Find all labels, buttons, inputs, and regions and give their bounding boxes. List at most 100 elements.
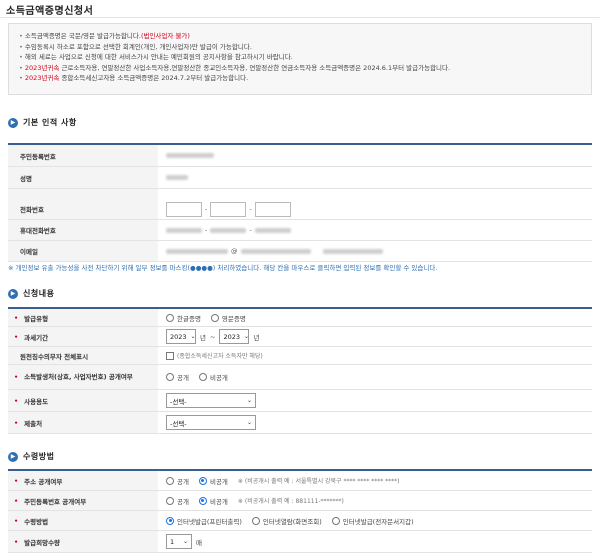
- section-title: 수령방법: [23, 452, 55, 461]
- phone-label: 전화번호: [8, 199, 158, 219]
- email-label: 이메일: [8, 241, 158, 261]
- notice-item: 2023년귀속 근로소득자용, 연말정산한 사업소득자용,연말정산한 종교인소득…: [19, 63, 581, 74]
- radio-icon[interactable]: [210, 313, 219, 322]
- section-request: ▶ 신청내용: [8, 288, 54, 299]
- masked-mobile-3[interactable]: [254, 227, 291, 233]
- count-select[interactable]: 1 ⌄: [166, 534, 192, 549]
- rrn-value: [158, 145, 592, 166]
- masked-email-domain[interactable]: [240, 248, 311, 254]
- masked-email-id[interactable]: [166, 248, 228, 254]
- masked-email-select[interactable]: [322, 248, 383, 254]
- radio-icon[interactable]: [166, 476, 174, 485]
- radio-selected-icon[interactable]: [166, 516, 174, 525]
- dash: -: [249, 226, 252, 234]
- notice-highlight: (법인사업자 불가): [140, 32, 190, 40]
- issue-type-label: 발급유형: [8, 309, 158, 326]
- radio-icon[interactable]: [331, 516, 340, 525]
- section-icon: ▶: [8, 451, 18, 462]
- radio-icon[interactable]: [166, 373, 174, 381]
- workplace-private[interactable]: 비공개: [198, 372, 228, 382]
- method-view[interactable]: 인터넷열람(화면조회): [251, 516, 322, 526]
- request-table: 발급유형 한글증명 영문증명 과세기간 2023⌄ 년 ~ 2023⌄ 년 원천…: [8, 307, 592, 434]
- section-title: 기본 인적 사항: [23, 118, 77, 127]
- masked-name: [166, 175, 188, 180]
- withholding-label: 원천징수의무자 전체표시: [8, 347, 158, 364]
- method-print[interactable]: 인터넷발급(프린터출력): [166, 516, 242, 526]
- select-value: 2023: [223, 332, 240, 341]
- chevron-down-icon: ⌄: [190, 333, 196, 340]
- address-public-label: 주소 공개여부: [8, 471, 158, 490]
- select-value: 2023: [170, 332, 187, 341]
- option-label: 인터넷발급(전자문서지갑): [342, 517, 414, 526]
- dash: -: [249, 205, 252, 213]
- radio-selected-icon[interactable]: [198, 496, 207, 505]
- row-receive-method: 수령방법 인터넷발급(프린터출력) 인터넷열람(화면조회) 인터넷발급(전자문서…: [8, 511, 592, 531]
- option-label: 공개: [177, 374, 189, 382]
- withholding-hint: (종합소득세신고자 소득자만 해당): [177, 353, 263, 360]
- phone-part3-input[interactable]: [254, 201, 291, 217]
- masked-mobile-1[interactable]: [166, 227, 202, 233]
- issue-type-english[interactable]: 영문증명: [210, 313, 246, 323]
- workplace-public[interactable]: 공개: [166, 372, 189, 382]
- notice-item: 2023년귀속 종합소득세신고자용 소득금액증명은 2024.7.2부터 발급가…: [19, 73, 581, 84]
- address-private[interactable]: 비공개: [198, 476, 228, 486]
- name-value: [158, 167, 592, 188]
- radio-icon[interactable]: [251, 516, 260, 525]
- issue-type-korean[interactable]: 한글증명: [166, 313, 201, 323]
- period-to-select[interactable]: 2023 ⌄: [219, 329, 250, 344]
- name-label: 성명: [8, 167, 158, 188]
- notice-list: 소득금액증명은 국문/영문 발급가능합니다.(법인사업자 불가)수임동록시 하소…: [19, 31, 581, 84]
- row-withholding: 원천징수의무자 전체표시 (종합소득세신고자 소득자만 해당): [8, 347, 592, 365]
- rrn-private[interactable]: 비공개: [198, 496, 228, 506]
- notice-text: 종합소득세신고자용 소득금액증명은 2024.7.2부터 발급가능합니다.: [59, 74, 249, 82]
- row-phone: 전화번호 - -: [8, 199, 592, 220]
- spacer-label: [8, 189, 158, 199]
- section-basic: ▶ 기본 인적 사항: [8, 117, 77, 128]
- withholding-option: (종합소득세신고자 소득자만 해당): [158, 347, 592, 364]
- section-icon: ▶: [8, 288, 18, 299]
- address-public[interactable]: 공개: [166, 476, 189, 486]
- chevron-down-icon: ⌄: [243, 333, 250, 340]
- phone-part2-input[interactable]: [210, 201, 247, 217]
- row-issue-type: 발급유형 한글증명 영문증명: [8, 309, 592, 327]
- count-cell: 1 ⌄ 매: [158, 531, 592, 552]
- chevron-down-icon: ⌄: [246, 419, 252, 426]
- rrn-public[interactable]: 공개: [166, 496, 189, 506]
- chevron-down-icon: ⌄: [246, 397, 252, 404]
- radio-icon[interactable]: [198, 373, 207, 381]
- option-label: 비공개: [209, 374, 228, 382]
- option-label: 비공개: [209, 497, 228, 506]
- masking-note: ※ 개인정보 유출 가능성을 사전 차단하기 위해 일부 정보를 마스킹(●●●…: [8, 264, 438, 272]
- notice-item: 해외 세료는 사업으로 신청에 대한 서비스가시 안내는 예민회원의 공지사항을…: [19, 52, 581, 63]
- select-value: -선택-: [170, 419, 187, 428]
- purpose-select[interactable]: -선택- ⌄: [166, 393, 256, 408]
- select-value: 1: [170, 537, 175, 546]
- range-tilde: ~: [209, 332, 216, 341]
- receive-method-label: 수령방법: [8, 511, 158, 530]
- row-name: 성명: [8, 167, 592, 189]
- count-unit: 매: [196, 538, 202, 547]
- option-label: 한글증명: [177, 314, 201, 323]
- row-count: 발급희망수량 1⌄ 매: [8, 531, 592, 553]
- receive-method-options: 인터넷발급(프린터출력) 인터넷열람(화면조회) 인터넷발급(전자문서지갑): [158, 511, 592, 530]
- mobile-inputs: - -: [158, 220, 592, 240]
- rrn-label: 주민등록번호: [8, 145, 158, 166]
- submit-to-select[interactable]: -선택- ⌄: [166, 415, 256, 430]
- row-submit-to: 제출처 -선택- ⌄: [8, 412, 592, 434]
- row-purpose: 사용용도 -선택- ⌄: [8, 390, 592, 412]
- method-wallet[interactable]: 인터넷발급(전자문서지갑): [331, 516, 414, 526]
- withholding-checkbox[interactable]: [166, 351, 174, 360]
- radio-icon[interactable]: [166, 496, 174, 505]
- basic-info-table: 주민등록번호 성명 전화번호 - - 휴대전화번호 - - 이메일 @: [8, 143, 592, 262]
- rrn-public-options: 공개 비공개 ※ (비공개시 출력 예 : 881111-*******): [158, 491, 592, 510]
- row-rrn-public: 주민등록번호 공개여부 공개 비공개 ※ (비공개시 출력 예 : 881111…: [8, 491, 592, 511]
- phone-part1-input[interactable]: [166, 201, 202, 217]
- at-sign: @: [231, 247, 238, 255]
- radio-selected-icon[interactable]: [198, 476, 207, 485]
- chevron-down-icon: ⌄: [182, 538, 188, 545]
- masked-mobile-2[interactable]: [210, 227, 247, 233]
- radio-icon[interactable]: [166, 313, 174, 322]
- row-workplace: 소득발생처(상호, 사업자번호) 공개여부 공개 비공개: [8, 365, 592, 390]
- period-from-select[interactable]: 2023 ⌄: [166, 329, 196, 344]
- row-rrn: 주민등록번호: [8, 145, 592, 167]
